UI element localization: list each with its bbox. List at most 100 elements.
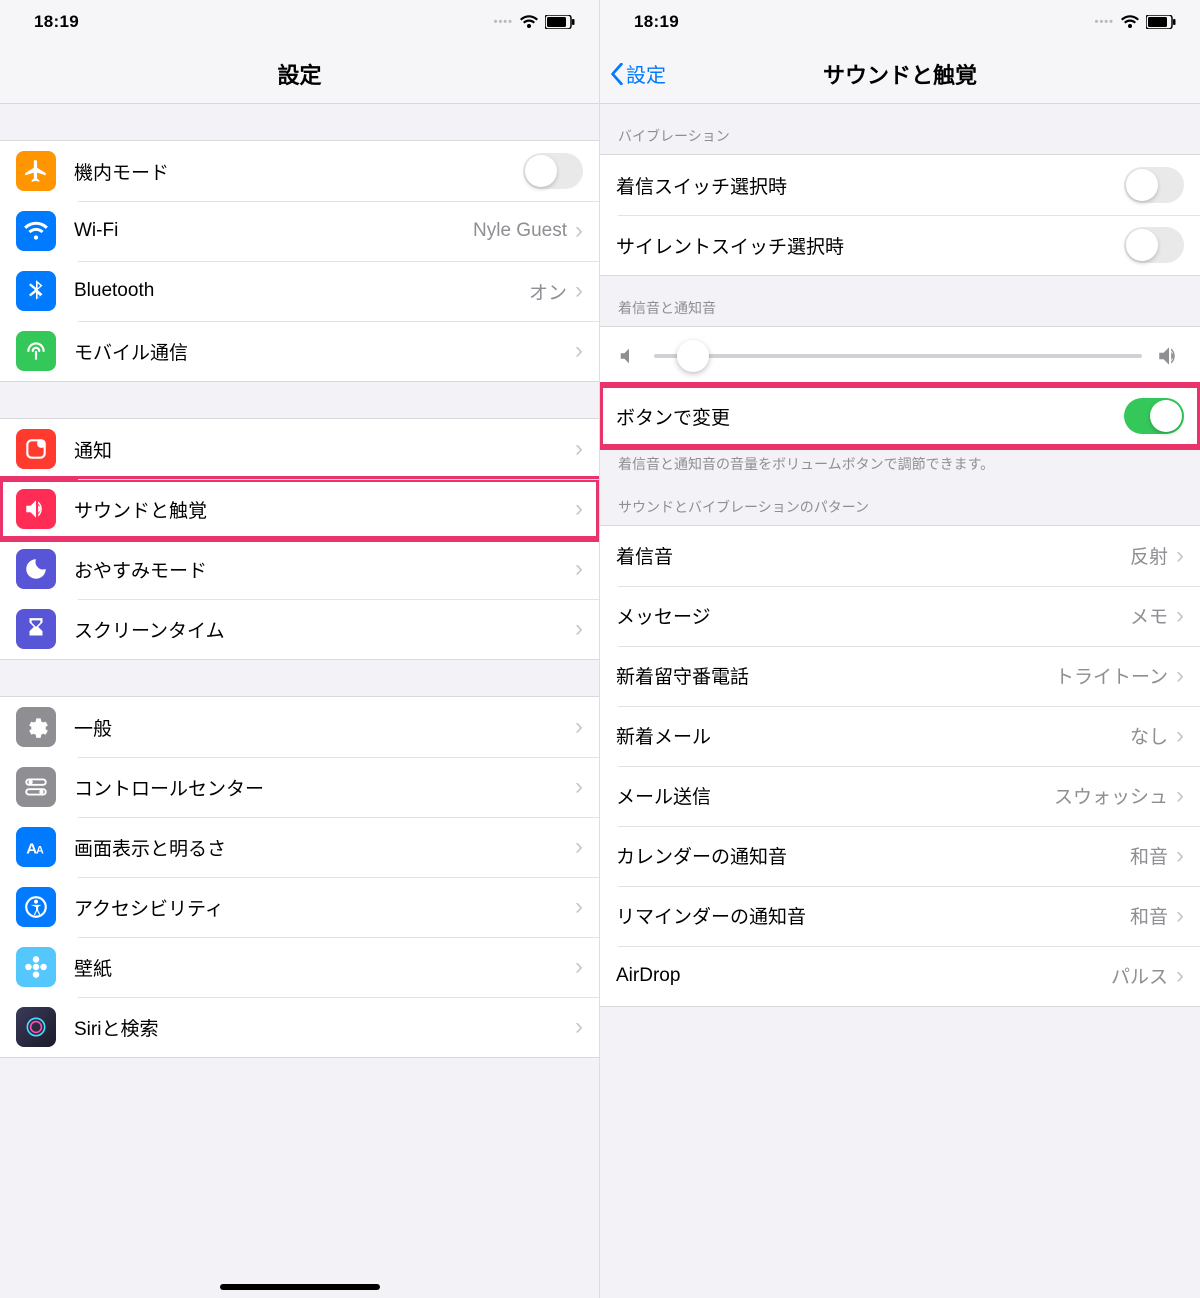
row-display[interactable]: AA 画面表示と明るさ ›	[0, 817, 599, 877]
moon-icon	[16, 549, 56, 589]
navbar-sounds: 設定 サウンドと触覚	[600, 44, 1200, 104]
row-value: なし	[1130, 722, 1168, 749]
airplane-toggle[interactable]	[523, 153, 583, 189]
row-cellular[interactable]: モバイル通信 ›	[0, 321, 599, 381]
wifi-icon	[519, 14, 539, 30]
accessibility-icon	[16, 887, 56, 927]
chevron-icon: ›	[1176, 602, 1184, 630]
row-wifi[interactable]: Wi-Fi Nyle Guest ›	[0, 201, 599, 261]
row-label: 新着留守番電話	[616, 662, 1055, 689]
row-label: アクセシビリティ	[74, 894, 575, 921]
svg-text:A: A	[36, 845, 44, 857]
row-value: スウォッシュ	[1054, 782, 1168, 809]
row-airplane-mode[interactable]: 機内モード	[0, 141, 599, 201]
footer-text: 着信音と通知音の音量をボリュームボタンで調節できます。	[600, 447, 1200, 475]
volume-slider[interactable]	[654, 354, 1142, 358]
row-label: 通知	[74, 436, 575, 463]
row-change-with-buttons[interactable]: ボタンで変更	[600, 386, 1200, 446]
row-value: トライトーン	[1055, 662, 1168, 689]
sounds-haptics-detail: 18:19 •••• 設定 サウンドと触覚 バイブレーション 着信スイッチ選択時…	[600, 0, 1200, 1298]
home-indicator[interactable]	[220, 1284, 380, 1290]
back-button[interactable]: 設定	[610, 59, 666, 88]
row-sent-mail[interactable]: メール送信 スウォッシュ ›	[600, 766, 1200, 826]
row-label: Wi-Fi	[74, 220, 473, 242]
row-screentime[interactable]: スクリーンタイム ›	[0, 599, 599, 659]
row-value: Nyle Guest	[473, 220, 567, 242]
row-voicemail[interactable]: 新着留守番電話 トライトーン ›	[600, 646, 1200, 706]
row-label: ボタンで変更	[616, 403, 1124, 430]
row-vibrate-ring[interactable]: 着信スイッチ選択時	[600, 155, 1200, 215]
row-label: 着信音	[616, 542, 1130, 569]
row-label: 機内モード	[74, 158, 523, 185]
sounds-scroll[interactable]: バイブレーション 着信スイッチ選択時 サイレントスイッチ選択時 着信音と通知音 …	[600, 104, 1200, 1298]
row-sounds-haptics[interactable]: サウンドと触覚 ›	[0, 479, 599, 539]
row-siri[interactable]: Siriと検索 ›	[0, 997, 599, 1057]
chevron-icon: ›	[1176, 722, 1184, 750]
chevron-icon: ›	[1176, 842, 1184, 870]
group-vibration: 着信スイッチ選択時 サイレントスイッチ選択時	[600, 154, 1200, 276]
row-wallpaper[interactable]: 壁紙 ›	[0, 937, 599, 997]
row-label: メール送信	[616, 782, 1054, 809]
row-new-mail[interactable]: 新着メール なし ›	[600, 706, 1200, 766]
row-accessibility[interactable]: アクセシビリティ ›	[0, 877, 599, 937]
status-icons: ••••	[1095, 14, 1176, 30]
chevron-icon: ›	[575, 713, 583, 741]
row-control-center[interactable]: コントロールセンター ›	[0, 757, 599, 817]
row-notifications[interactable]: 通知 ›	[0, 419, 599, 479]
row-value: メモ	[1130, 602, 1168, 629]
row-calendar-alert[interactable]: カレンダーの通知音 和音 ›	[600, 826, 1200, 886]
chevron-icon: ›	[575, 555, 583, 583]
row-general[interactable]: 一般 ›	[0, 697, 599, 757]
row-label: 一般	[74, 714, 575, 741]
row-text-tone[interactable]: メッセージ メモ ›	[600, 586, 1200, 646]
sounds-icon	[16, 489, 56, 529]
row-label: コントロールセンター	[74, 774, 575, 801]
more-dots-icon: ••••	[1095, 16, 1114, 28]
row-label: リマインダーの通知音	[616, 902, 1130, 929]
row-reminder-alert[interactable]: リマインダーの通知音 和音 ›	[600, 886, 1200, 946]
page-title: 設定	[277, 58, 321, 90]
chevron-icon: ›	[575, 773, 583, 801]
row-label: Bluetooth	[74, 280, 529, 302]
row-ringtone[interactable]: 着信音 反射 ›	[600, 526, 1200, 586]
more-dots-icon: ••••	[494, 16, 513, 28]
vibrate-ring-toggle[interactable]	[1124, 167, 1184, 203]
slider-thumb[interactable]	[677, 340, 709, 372]
chevron-icon: ›	[1176, 662, 1184, 690]
row-bluetooth[interactable]: Bluetooth オン ›	[0, 261, 599, 321]
chevron-icon: ›	[575, 953, 583, 981]
group-general: 一般 › コントロールセンター › AA 画面表示と明るさ › アクセシビリティ…	[0, 696, 599, 1058]
row-label: メッセージ	[616, 602, 1130, 629]
row-value: パルス	[1111, 962, 1168, 989]
hourglass-icon	[16, 609, 56, 649]
chevron-icon: ›	[575, 495, 583, 523]
chevron-icon: ›	[575, 277, 583, 305]
notifications-icon	[16, 429, 56, 469]
page-title: サウンドと触覚	[823, 58, 977, 90]
wifi-icon	[1120, 14, 1140, 30]
group-alerts: 通知 › サウンドと触覚 › おやすみモード › スクリーンタイム ›	[0, 418, 599, 660]
row-value: 和音	[1130, 842, 1168, 869]
row-dnd[interactable]: おやすみモード ›	[0, 539, 599, 599]
chevron-icon: ›	[575, 337, 583, 365]
group-sound-patterns: 着信音 反射 › メッセージ メモ › 新着留守番電話 トライトーン › 新着メ…	[600, 525, 1200, 1007]
gear-icon	[16, 707, 56, 747]
row-airdrop[interactable]: AirDrop パルス ›	[600, 946, 1200, 1006]
flower-icon	[16, 947, 56, 987]
battery-icon	[1146, 15, 1176, 29]
row-label: モバイル通信	[74, 338, 575, 365]
button-change-toggle[interactable]	[1124, 398, 1184, 434]
vibrate-silent-toggle[interactable]	[1124, 227, 1184, 263]
chevron-icon: ›	[575, 615, 583, 643]
chevron-icon: ›	[575, 435, 583, 463]
airplane-icon	[16, 151, 56, 191]
row-label: サイレントスイッチ選択時	[616, 232, 1124, 259]
chevron-icon: ›	[1176, 962, 1184, 990]
header-pattern: サウンドとバイブレーションのパターン	[600, 475, 1200, 525]
header-vibration: バイブレーション	[600, 104, 1200, 154]
battery-icon	[545, 15, 575, 29]
settings-scroll[interactable]: 機内モード Wi-Fi Nyle Guest › Bluetooth オン › …	[0, 104, 599, 1298]
row-label: サウンドと触覚	[74, 496, 575, 523]
row-label: 壁紙	[74, 954, 575, 981]
row-vibrate-silent[interactable]: サイレントスイッチ選択時	[600, 215, 1200, 275]
